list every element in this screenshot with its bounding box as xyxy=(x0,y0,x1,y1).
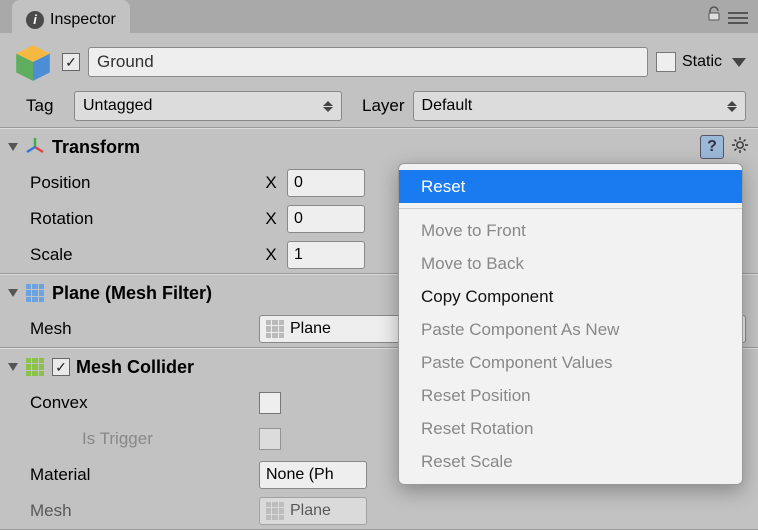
ctx-move-back: Move to Back xyxy=(399,247,742,280)
x-label: X xyxy=(259,173,283,193)
ctx-separator xyxy=(399,208,742,209)
foldout-icon[interactable] xyxy=(8,363,18,371)
mesh-label: Mesh xyxy=(30,501,255,521)
convex-checkbox[interactable] xyxy=(259,392,281,414)
tab-bar: i Inspector xyxy=(0,0,758,33)
tab-menu-icon[interactable] xyxy=(728,9,748,24)
static-dropdown-arrow[interactable] xyxy=(732,58,746,67)
layer-value: Default xyxy=(422,97,473,115)
material-value: None (Ph xyxy=(266,466,334,484)
rotation-label: Rotation xyxy=(30,209,255,229)
component-context-menu: Reset Move to Front Move to Back Copy Co… xyxy=(398,163,743,485)
position-x-field[interactable] xyxy=(287,169,365,197)
foldout-icon[interactable] xyxy=(8,289,18,297)
transform-title: Transform xyxy=(52,137,140,158)
mesh-row: Mesh Plane xyxy=(0,493,758,529)
collider-icon xyxy=(24,356,46,378)
meshcollider-title: Mesh Collider xyxy=(76,357,194,378)
mesh-asset-icon xyxy=(266,320,284,338)
ctx-reset-position: Reset Position xyxy=(399,379,742,412)
transform-icon xyxy=(24,136,46,158)
ctx-paste-new: Paste Component As New xyxy=(399,313,742,346)
ctx-reset-rotation: Reset Rotation xyxy=(399,412,742,445)
help-icon[interactable]: ? xyxy=(700,135,724,159)
material-object-field[interactable]: None (Ph xyxy=(259,461,367,489)
info-icon: i xyxy=(26,11,44,29)
ctx-paste-values: Paste Component Values xyxy=(399,346,742,379)
ctx-copy-component[interactable]: Copy Component xyxy=(399,280,742,313)
dropdown-arrows-icon xyxy=(727,101,737,112)
settings-gear-icon[interactable] xyxy=(730,135,750,160)
mesh-value: Plane xyxy=(290,320,331,338)
material-label: Material xyxy=(30,465,255,485)
convex-label: Convex xyxy=(30,393,255,413)
tag-dropdown[interactable]: Untagged xyxy=(74,91,342,121)
static-checkbox[interactable] xyxy=(656,52,676,72)
ctx-reset-scale: Reset Scale xyxy=(399,445,742,478)
dropdown-arrows-icon xyxy=(323,101,333,112)
lock-icon[interactable] xyxy=(706,6,722,27)
istrigger-checkbox xyxy=(259,428,281,450)
tag-value: Untagged xyxy=(83,97,152,115)
gameobject-header: Static Tag Untagged Layer Default xyxy=(0,33,758,128)
collider-mesh-field[interactable]: Plane xyxy=(259,497,367,525)
component-enabled-checkbox[interactable] xyxy=(52,358,70,376)
mesh-icon xyxy=(24,282,46,304)
meshfilter-title: Plane (Mesh Filter) xyxy=(52,283,212,304)
static-label: Static xyxy=(682,53,722,71)
lock-bar xyxy=(706,6,748,27)
ctx-reset[interactable]: Reset xyxy=(399,170,742,203)
layer-dropdown[interactable]: Default xyxy=(413,91,746,121)
x-label: X xyxy=(259,209,283,229)
mesh-label: Mesh xyxy=(30,319,255,339)
inspector-tab[interactable]: i Inspector xyxy=(12,0,130,33)
tag-label: Tag xyxy=(12,96,66,116)
mesh-asset-icon xyxy=(266,502,284,520)
rotation-x-field[interactable] xyxy=(287,205,365,233)
position-label: Position xyxy=(30,173,255,193)
active-checkbox[interactable] xyxy=(62,53,80,71)
foldout-icon[interactable] xyxy=(8,143,18,151)
mesh-value: Plane xyxy=(290,502,331,520)
scale-x-field[interactable] xyxy=(287,241,365,269)
gameobject-icon xyxy=(12,41,54,83)
layer-label: Layer xyxy=(350,96,405,116)
scale-label: Scale xyxy=(30,245,255,265)
x-label: X xyxy=(259,245,283,265)
tab-title: Inspector xyxy=(50,11,116,29)
gameobject-name-field[interactable] xyxy=(88,47,648,77)
istrigger-label: Is Trigger xyxy=(30,429,255,449)
ctx-move-front: Move to Front xyxy=(399,214,742,247)
